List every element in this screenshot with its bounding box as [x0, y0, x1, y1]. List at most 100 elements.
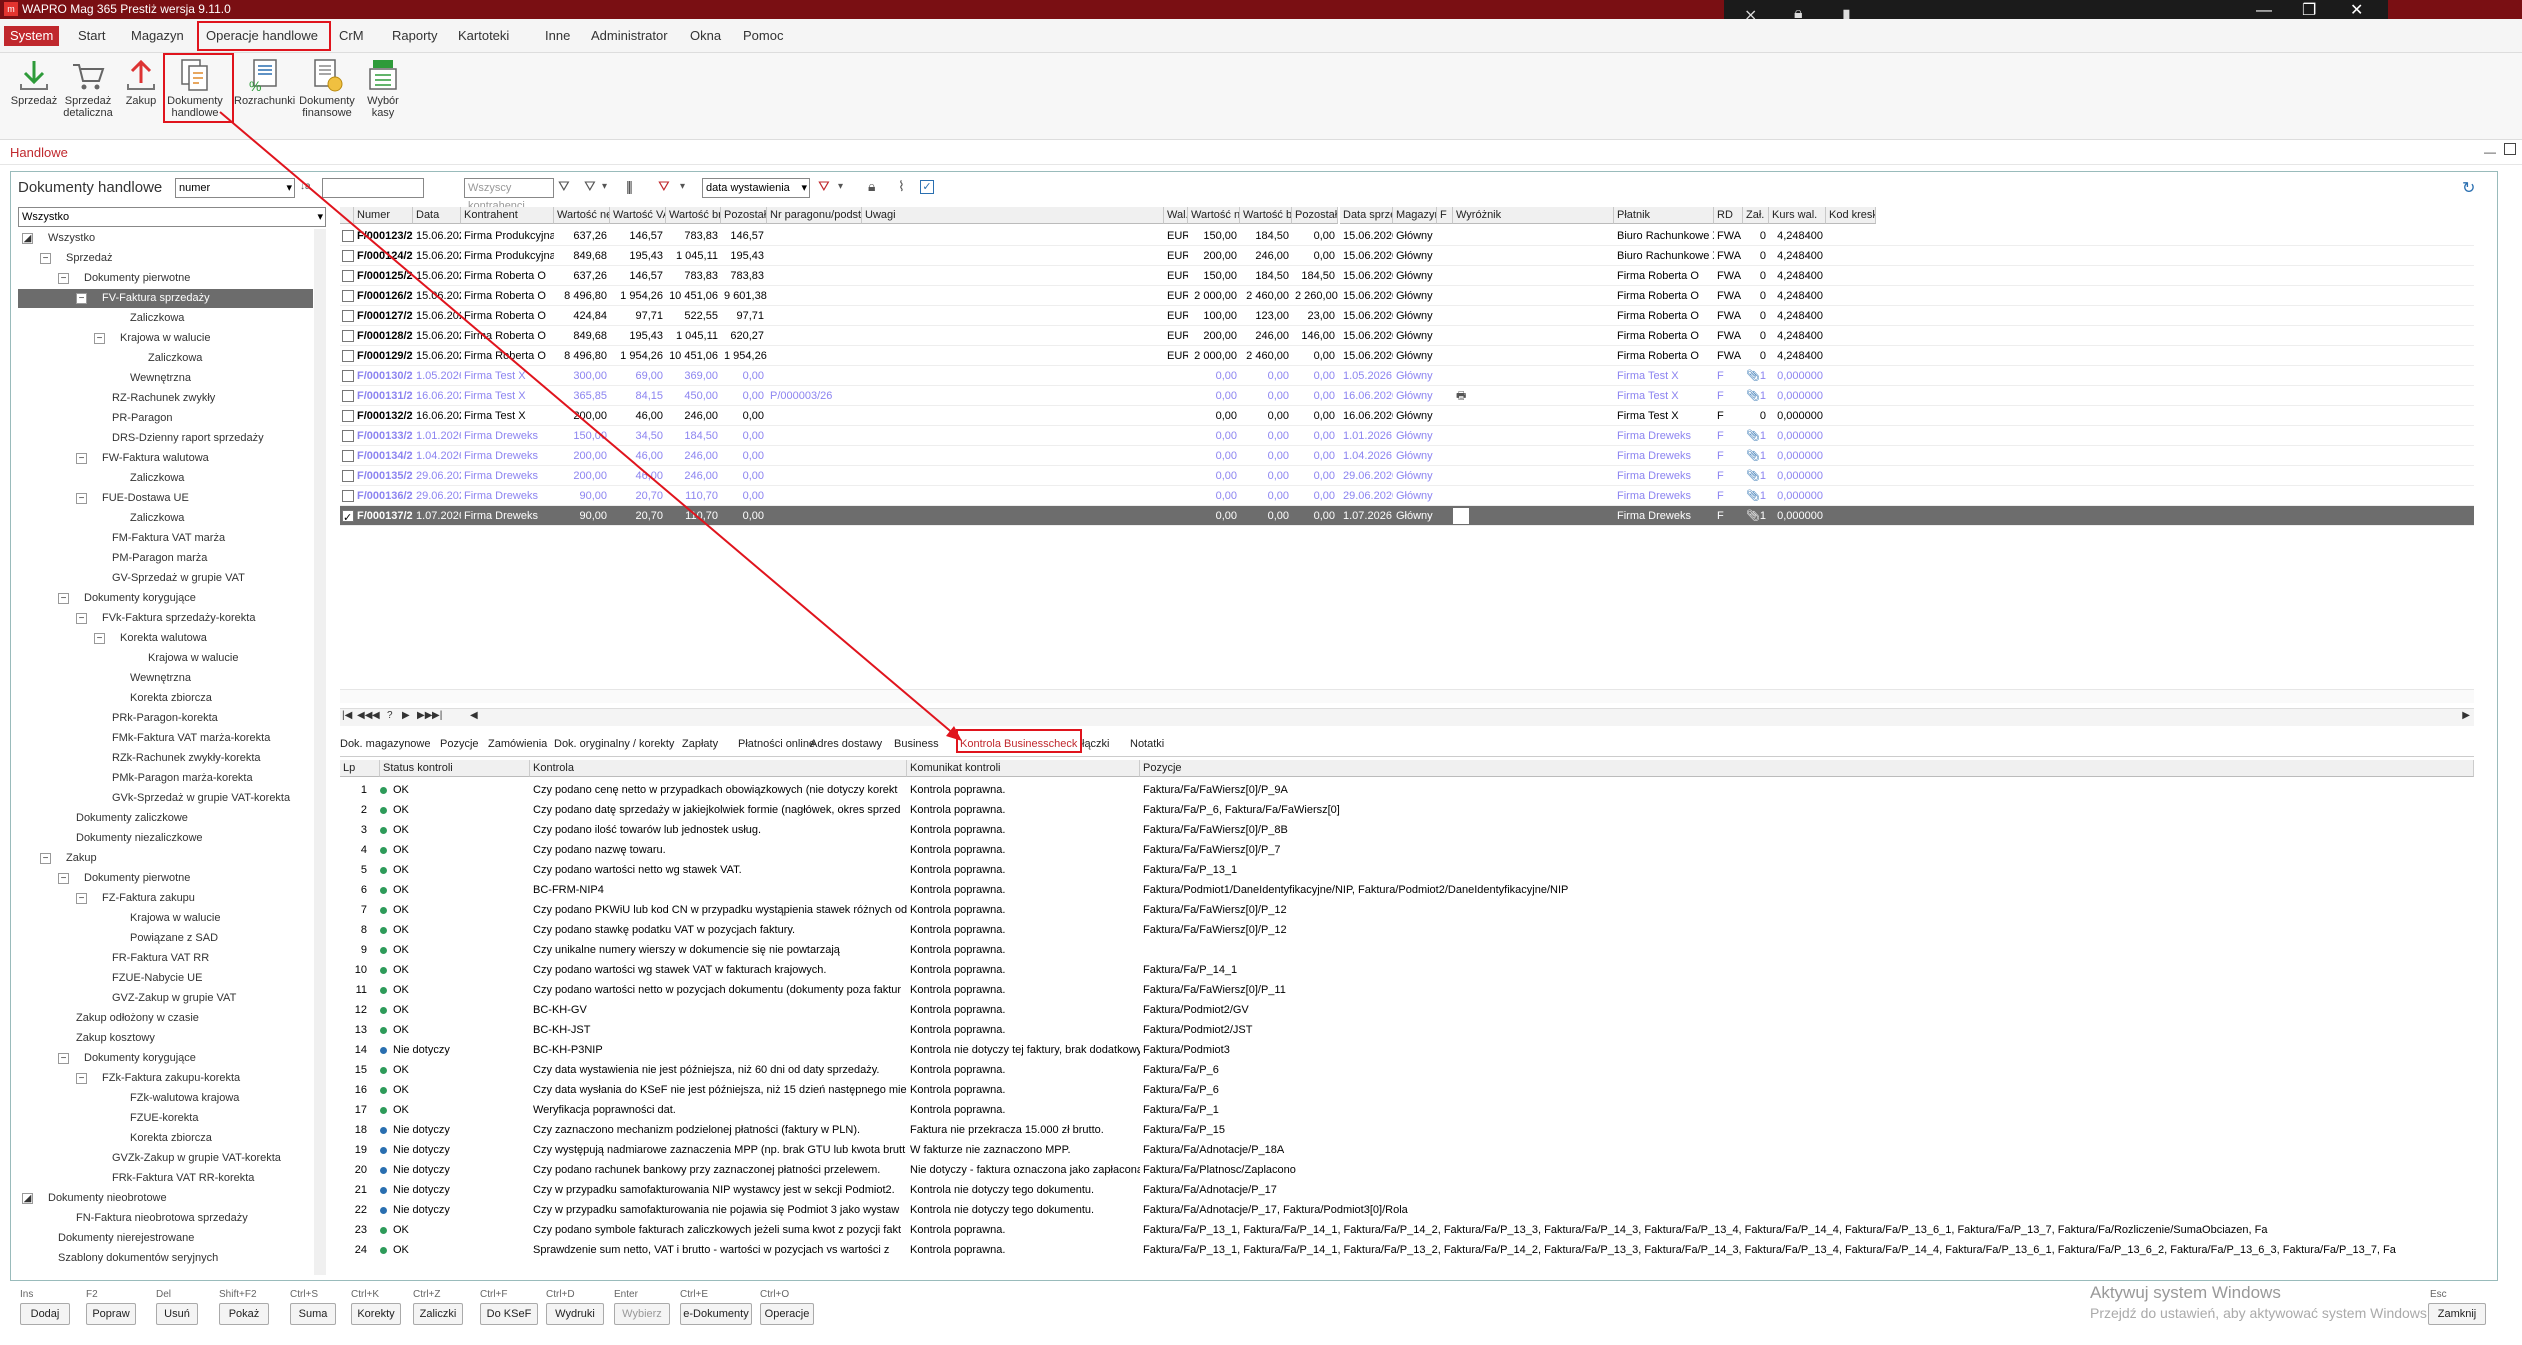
check-row[interactable]: 3 OK Czy podano ilość towarów lub jednoste…: [340, 820, 2474, 840]
column-header[interactable]: Pozostało wal.: [1292, 207, 1338, 224]
check-column-header[interactable]: Status kontroli: [380, 760, 530, 777]
tree-expander-icon[interactable]: −: [58, 273, 69, 284]
tree-node[interactable]: − Dokumenty korygujące: [18, 1049, 313, 1068]
tree-expander-icon[interactable]: ◢: [22, 233, 33, 244]
tree-expander-icon[interactable]: −: [76, 1073, 87, 1084]
tree-node[interactable]: Zaliczkowa: [18, 509, 313, 528]
check-row[interactable]: 8 OK Czy podano stawkę podatku VAT w pozyc…: [340, 920, 2474, 940]
menu-okna[interactable]: Okna: [684, 25, 727, 47]
row-checkbox[interactable]: [342, 230, 354, 242]
action-button-do-ksef[interactable]: Do KSeF: [480, 1303, 538, 1325]
tree-node[interactable]: ◢ Wszystko: [18, 229, 313, 248]
tree-node[interactable]: − FZ-Faktura zakupu: [18, 889, 313, 908]
tree-expander-icon[interactable]: −: [76, 613, 87, 624]
row-checkbox[interactable]: [342, 470, 354, 482]
tab-zapłaty[interactable]: Zapłaty: [682, 738, 718, 750]
check-row[interactable]: 13 OK BC-KH-JST Kontrola poprawna. Faktura/P…: [340, 1020, 2474, 1040]
check-row[interactable]: 18 Nie dotyczy Czy zaznaczono mechanizm po…: [340, 1120, 2474, 1140]
table-row[interactable]: F/000135/2629.06.2026Firma Dreweks200,00…: [340, 466, 2474, 486]
lock-icon[interactable]: 🔒︎: [868, 178, 875, 195]
tree-node[interactable]: Krajowa w walucie: [18, 909, 313, 928]
row-checkbox[interactable]: [342, 370, 354, 382]
kontrahent-filter-input[interactable]: Wszyscy kontrahenci: [464, 178, 554, 212]
column-header[interactable]: Wartość VAT: [610, 207, 666, 224]
tree-node[interactable]: Zaliczkowa: [18, 309, 313, 328]
tab-dok-magazynowe[interactable]: Dok. magazynowe: [340, 738, 431, 750]
tree-expander-icon[interactable]: −: [40, 253, 51, 264]
column-header[interactable]: Data sprzedaży: [1340, 207, 1393, 224]
table-row[interactable]: F/000126/2615.06.2026Firma Roberta O8 49…: [340, 286, 2474, 306]
tree-node[interactable]: Korekta zbiorcza: [18, 689, 313, 708]
nav-button[interactable]: |◀: [342, 710, 352, 721]
tree-node[interactable]: PR-Paragon: [18, 409, 313, 428]
tree-node[interactable]: ◢ Dokumenty nieobrotowe: [18, 1189, 313, 1208]
attachment-icon[interactable]: 📎︎: [1743, 486, 1759, 506]
tree-node[interactable]: Zaliczkowa: [18, 469, 313, 488]
tree-expander-icon[interactable]: −: [76, 893, 87, 904]
tree-node[interactable]: − FV-Faktura sprzedaży: [18, 289, 313, 308]
tab-business[interactable]: Business: [894, 738, 939, 750]
row-checkbox[interactable]: [342, 450, 354, 462]
table-row[interactable]: F/000132/2616.06.2026Firma Test X200,004…: [340, 406, 2474, 426]
nav-button[interactable]: ▶|: [432, 710, 442, 721]
nav-button[interactable]: ?: [387, 710, 393, 721]
tree-filter-select[interactable]: Wszystko ▾: [18, 207, 326, 227]
maximize-panel-icon[interactable]: [2504, 143, 2516, 155]
tree-node[interactable]: GVZ-Zakup w grupie VAT: [18, 989, 313, 1008]
action-button-operacje[interactable]: Operacje: [760, 1303, 814, 1325]
ribbon-cash-register-button[interactable]: Wybór kasy: [362, 53, 404, 119]
action-button-zaliczki[interactable]: Zaliczki: [413, 1303, 463, 1325]
tree-node[interactable]: Dokumenty nierejestrowane: [18, 1229, 313, 1248]
nav-button[interactable]: ◀◀: [357, 710, 372, 721]
column-header[interactable]: Kurs wal.: [1769, 207, 1826, 224]
filter-icon[interactable]: ⛛: [584, 178, 596, 195]
check-row[interactable]: 5 OK Czy podano wartości netto wg stawek V…: [340, 860, 2474, 880]
tree-node[interactable]: Szablony dokumentów seryjnych: [18, 1249, 313, 1268]
tree-node[interactable]: DRS-Dzienny raport sprzedaży: [18, 429, 313, 448]
column-header[interactable]: Zał.: [1743, 207, 1769, 224]
row-checkbox[interactable]: [342, 310, 354, 322]
table-row[interactable]: F/000136/2629.06.2026Firma Dreweks90,002…: [340, 486, 2474, 506]
action-button-korekty[interactable]: Korekty: [351, 1303, 401, 1325]
nav-button[interactable]: ◀: [372, 710, 380, 721]
row-checkbox[interactable]: [342, 490, 354, 502]
tree-node[interactable]: FN-Faktura nieobrotowa sprzedaży: [18, 1209, 313, 1228]
menu-kartoteki[interactable]: Kartoteki: [452, 25, 515, 47]
row-checkbox[interactable]: [342, 430, 354, 442]
refresh-icon[interactable]: ↻: [2462, 178, 2475, 198]
tree-node[interactable]: GVk-Sprzedaż w grupie VAT-korekta: [18, 789, 313, 808]
check-row[interactable]: 14 Nie dotyczy BC-KH-P3NIP Kontrola nie dot…: [340, 1040, 2474, 1060]
tree-node[interactable]: FM-Faktura VAT marża: [18, 529, 313, 548]
ribbon-upload-button[interactable]: Zakup: [122, 53, 160, 107]
nav-button[interactable]: ▶▶: [417, 710, 432, 721]
tab-dok-oryginalny-korekty[interactable]: Dok. oryginalny / korekty: [554, 738, 674, 750]
chevron-down-icon[interactable]: ▾: [838, 181, 843, 192]
column-header[interactable]: Płatnik: [1614, 207, 1714, 224]
tree-node[interactable]: PM-Paragon marża: [18, 549, 313, 568]
check-row[interactable]: 19 Nie dotyczy Czy występują nadmiarowe za…: [340, 1140, 2474, 1160]
tree-node[interactable]: − Dokumenty korygujące: [18, 589, 313, 608]
nav-button[interactable]: ▶: [402, 710, 410, 721]
tree-node[interactable]: − Dokumenty pierwotne: [18, 869, 313, 888]
action-button-popraw[interactable]: Popraw: [86, 1303, 136, 1325]
tree-node[interactable]: PMk-Paragon marża-korekta: [18, 769, 313, 788]
attachment-icon[interactable]: 📎︎: [1743, 426, 1759, 446]
row-checkbox[interactable]: [342, 330, 354, 342]
column-header[interactable]: Wartość netto: [554, 207, 610, 224]
tree-expander-icon[interactable]: −: [76, 493, 87, 504]
check-row[interactable]: 23 OK Czy podano symbole fakturach zaliczk…: [340, 1220, 2474, 1240]
tree-expander-icon[interactable]: −: [76, 293, 87, 304]
column-header[interactable]: Wartość netto w: [1188, 207, 1240, 224]
check-row[interactable]: 7 OK Czy podano PKWiU lub kod CN w przypad…: [340, 900, 2474, 920]
tree-node[interactable]: Zakup kosztowy: [18, 1029, 313, 1048]
menu-crm[interactable]: CrM: [333, 25, 370, 47]
table-row[interactable]: ✓ F/000137/26 1.07.2026 Firma Dreweks 90,00 2…: [340, 506, 2474, 526]
tree-scrollbar[interactable]: [314, 229, 326, 1275]
table-row[interactable]: F/000127/2615.06.2026Firma Roberta O424,…: [340, 306, 2474, 326]
table-row[interactable]: F/000133/26 1.01.2026 Firma Dreweks 150,00 3…: [340, 426, 2474, 446]
check-row[interactable]: 1 OK Czy podano cenę netto w przypadkach o…: [340, 780, 2474, 800]
chevron-down-icon[interactable]: ▾: [680, 181, 685, 192]
tree-expander-icon[interactable]: ◢: [22, 1193, 33, 1204]
menu-system[interactable]: System: [4, 26, 60, 46]
action-button-pokaż[interactable]: Pokaż: [219, 1303, 269, 1325]
